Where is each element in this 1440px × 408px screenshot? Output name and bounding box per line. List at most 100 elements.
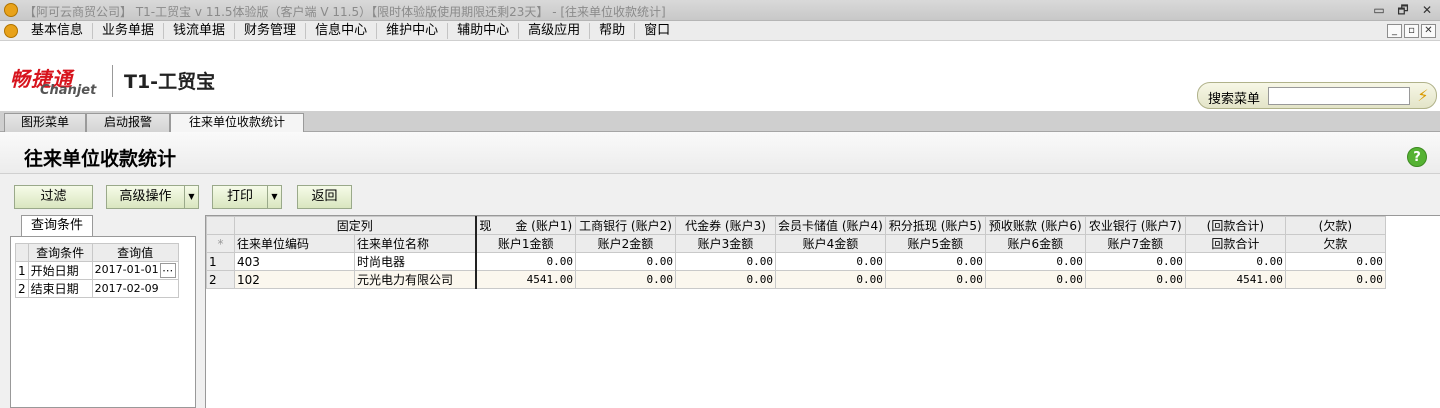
col-header-total[interactable]: 回款合计 [1184, 234, 1286, 253]
group-header-icbc: 工商银行 (账户2) [575, 216, 676, 235]
cell-debt[interactable]: 0.00 [1284, 252, 1386, 271]
menu-maintenance[interactable]: 维护中心 [377, 23, 449, 39]
close-button[interactable]: ✕ [1418, 2, 1436, 18]
cell-account5[interactable]: 0.00 [884, 252, 986, 271]
col-header-account4[interactable]: 账户4金额 [775, 234, 886, 253]
menu-business-docs[interactable]: 业务单据 [93, 23, 165, 39]
menu-app-icon[interactable] [4, 24, 18, 38]
cell-account4[interactable]: 0.00 [775, 270, 886, 289]
tab-startup-alert[interactable]: 启动报警 [86, 113, 170, 132]
title-bar: 【阿可云商贸公司】 T1-工贸宝 v 11.5体验版（客户端 V 11.5）【限… [0, 0, 1440, 21]
cond-name: 开始日期 [27, 261, 93, 280]
group-header-cash: 现 金 (账户1) [475, 216, 576, 235]
help-icon[interactable]: ? [1407, 147, 1427, 167]
cell-account2[interactable]: 0.00 [575, 252, 676, 271]
col-header-debt[interactable]: 欠款 [1284, 234, 1386, 253]
group-header-abc: 农业银行 (账户7) [1084, 216, 1186, 235]
mdi-restore-button[interactable]: ▫ [1404, 24, 1419, 38]
cell-account3[interactable]: 0.00 [675, 252, 776, 271]
cell-account6[interactable]: 0.00 [984, 270, 1086, 289]
col-header-account6[interactable]: 账户6金额 [984, 234, 1086, 253]
receipt-stats-grid: 固定列 现 金 (账户1) 工商银行 (账户2) 代金券 (账户3) 会员卡储值… [205, 215, 1440, 408]
filter-button[interactable]: 过滤 [14, 185, 93, 209]
cell-account2[interactable]: 0.00 [575, 270, 676, 289]
chevron-down-icon[interactable]: ▼ [267, 186, 281, 208]
group-header-member-card: 会员卡储值 (账户4) [775, 216, 886, 235]
col-header-account2[interactable]: 账户2金额 [575, 234, 676, 253]
cell-debt[interactable]: 0.00 [1284, 270, 1386, 289]
tab-customer-receipt-stats[interactable]: 往来单位收款统计 [170, 113, 304, 133]
end-date-field[interactable]: 2017-02-09 [91, 279, 179, 298]
col-header-code[interactable]: 往来单位编码 [234, 234, 355, 253]
search-input[interactable] [1268, 87, 1410, 105]
table-row[interactable]: 1 403 时尚电器 0.00 0.00 0.00 0.00 0.00 0.00… [206, 252, 1386, 271]
table-row[interactable]: 2 102 元光电力有限公司 4541.00 0.00 0.00 0.00 0.… [206, 270, 1386, 289]
cond-header-name: 查询条件 [27, 243, 93, 262]
cond-row-no: 1 [15, 261, 29, 280]
col-header-name[interactable]: 往来单位名称 [354, 234, 477, 253]
cell-account4[interactable]: 0.00 [775, 252, 886, 271]
brand-area: 畅捷通 Chanjet T1-工贸宝 搜索菜单 ⚡ [0, 41, 1440, 111]
search-label: 搜索菜单 [1208, 92, 1261, 107]
menu-info-center[interactable]: 信息中心 [306, 23, 378, 39]
menu-bar: 基本信息 业务单据 钱流单据 财务管理 信息中心 维护中心 辅助中心 高级应用 … [0, 21, 1440, 41]
col-header-account7[interactable]: 账户7金额 [1084, 234, 1186, 253]
grid-corner[interactable]: * [206, 234, 235, 253]
print-button[interactable]: 打印 ▼ [212, 185, 282, 209]
cell-total[interactable]: 0.00 [1184, 252, 1286, 271]
query-conditions-panel: 查询条件 查询值 1 开始日期 2017-01-01 ⋯ 2 结束日期 2017-… [10, 236, 196, 408]
query-conditions-table: 查询条件 查询值 1 开始日期 2017-01-01 ⋯ 2 结束日期 2017-… [15, 243, 179, 298]
menu-help[interactable]: 帮助 [590, 23, 636, 39]
row-number: 1 [206, 252, 235, 271]
group-header-voucher: 代金券 (账户3) [675, 216, 776, 235]
start-date-value: 2017-01-01 [94, 263, 159, 276]
product-name: T1-工贸宝 [124, 71, 216, 93]
mdi-minimize-button[interactable]: _ [1387, 24, 1402, 38]
menu-advanced[interactable]: 高级应用 [519, 23, 591, 39]
chevron-down-icon[interactable]: ▼ [184, 186, 198, 208]
col-header-account3[interactable]: 账户3金额 [675, 234, 776, 253]
window-title: 【阿可云商贸公司】 T1-工贸宝 v 11.5体验版（客户端 V 11.5）【限… [24, 5, 666, 19]
receipt-stats-table: 固定列 现 金 (账户1) 工商银行 (账户2) 代金券 (账户3) 会员卡储值… [206, 216, 1386, 289]
cell-account1[interactable]: 0.00 [475, 252, 576, 271]
query-conditions-tab[interactable]: 查询条件 [21, 215, 93, 237]
app-icon [4, 3, 18, 17]
restore-button[interactable]: 🗗 [1394, 2, 1412, 18]
cell-total[interactable]: 4541.00 [1184, 270, 1286, 289]
tab-graphic-menu[interactable]: 图形菜单 [4, 113, 86, 132]
mdi-controls: _ ▫ ✕ [1387, 24, 1436, 38]
menu-search: 搜索菜单 ⚡ [1197, 82, 1437, 109]
start-date-field[interactable]: 2017-01-01 ⋯ [91, 261, 179, 280]
ellipsis-icon[interactable]: ⋯ [159, 263, 176, 278]
print-label: 打印 [226, 189, 253, 204]
lightning-icon[interactable]: ⚡ [1413, 86, 1433, 106]
menu-basic-info[interactable]: 基本信息 [22, 23, 94, 39]
menu-assist[interactable]: 辅助中心 [448, 23, 520, 39]
cond-corner [15, 243, 29, 262]
cell-account7[interactable]: 0.00 [1084, 252, 1186, 271]
group-header-points: 积分抵现 (账户5) [884, 216, 986, 235]
back-button[interactable]: 返回 [297, 185, 352, 209]
cell-account6[interactable]: 0.00 [984, 252, 1086, 271]
cell-code[interactable]: 102 [234, 270, 355, 289]
menu-finance[interactable]: 财务管理 [235, 23, 307, 39]
minimize-button[interactable]: ▭ [1370, 2, 1388, 18]
cell-name[interactable]: 元光电力有限公司 [354, 270, 477, 289]
cell-name[interactable]: 时尚电器 [354, 252, 477, 271]
cell-account3[interactable]: 0.00 [675, 270, 776, 289]
menu-cashflow-docs[interactable]: 钱流单据 [164, 23, 236, 39]
cell-account1[interactable]: 4541.00 [475, 270, 576, 289]
brand-logo-en: Chanjet [40, 83, 97, 98]
advanced-ops-button[interactable]: 高级操作 ▼ [106, 185, 199, 209]
cond-header-value: 查询值 [91, 243, 179, 262]
col-header-account5[interactable]: 账户5金额 [884, 234, 986, 253]
cell-code[interactable]: 403 [234, 252, 355, 271]
mdi-close-button[interactable]: ✕ [1421, 24, 1436, 38]
cell-account7[interactable]: 0.00 [1084, 270, 1186, 289]
col-header-account1[interactable]: 账户1金额 [475, 234, 576, 253]
cell-account5[interactable]: 0.00 [884, 270, 986, 289]
window-controls: ▭ 🗗 ✕ [1370, 2, 1436, 18]
menu-window[interactable]: 窗口 [635, 23, 679, 39]
tab-strip: 图形菜单 启动报警 往来单位收款统计 [0, 111, 1440, 133]
cond-row: 2 结束日期 2017-02-09 [15, 279, 179, 298]
